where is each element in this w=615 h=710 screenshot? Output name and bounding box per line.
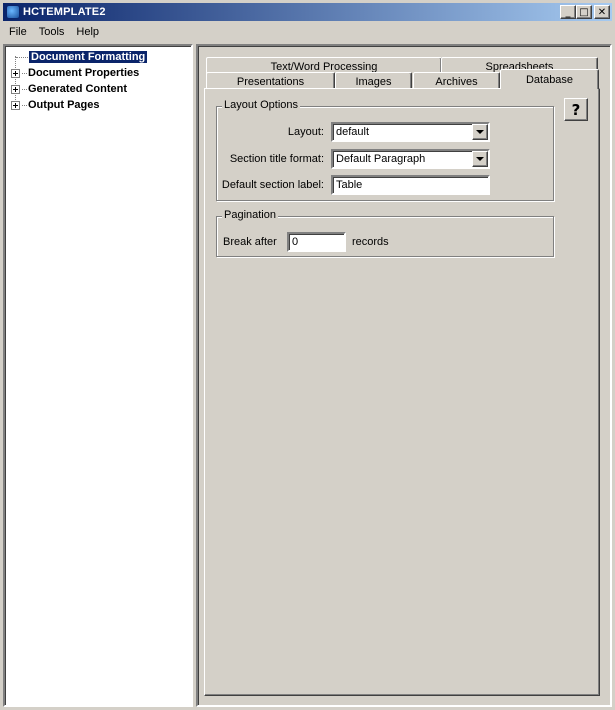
expand-icon[interactable] <box>11 84 20 94</box>
maximize-icon: □ <box>579 6 589 18</box>
window-controls: _ □ ✕ <box>560 5 610 19</box>
tree-item-document-formatting[interactable]: Document Formatting <box>11 49 149 65</box>
minimize-icon: _ <box>565 6 571 18</box>
tab-label: Text/Word Processing <box>270 60 378 73</box>
app-icon <box>6 5 20 19</box>
layout-value: default <box>336 126 370 138</box>
chevron-down-icon <box>476 157 484 161</box>
menu-file[interactable]: File <box>3 26 33 38</box>
help-icon: ? <box>571 100 581 119</box>
section-title-format-value: Default Paragraph <box>336 153 426 165</box>
records-label: records <box>352 236 389 248</box>
tree-connector <box>16 56 28 58</box>
close-button[interactable]: ✕ <box>594 5 610 19</box>
expand-icon[interactable] <box>11 100 20 110</box>
tab-label: Images <box>355 75 392 88</box>
minimize-button[interactable]: _ <box>560 5 576 19</box>
pagination-title: Pagination <box>222 209 278 221</box>
tree-label: Generated Content <box>28 83 128 95</box>
layout-options-title: Layout Options <box>222 99 300 111</box>
tree-label: Document Formatting <box>27 50 149 64</box>
chevron-down-icon <box>476 130 484 134</box>
section-title-format-dropdown[interactable]: Default Paragraph <box>331 149 490 169</box>
tree-label: Document Properties <box>28 67 140 79</box>
expand-icon[interactable] <box>11 68 20 78</box>
default-section-label-value: Table <box>336 179 363 191</box>
tab-label: Database <box>525 73 574 86</box>
tree-item-generated-content[interactable]: Generated Content <box>11 81 127 97</box>
tab-database[interactable]: Database <box>500 69 599 89</box>
window-title: HCTEMPLATE2 <box>23 6 106 18</box>
tree-connector <box>22 104 27 106</box>
break-after-input[interactable]: 0 <box>287 232 346 252</box>
break-after-value: 0 <box>292 236 299 248</box>
tab-label: Archives <box>435 75 478 88</box>
tree-item-document-properties[interactable]: Document Properties <box>11 65 139 81</box>
menu-bar: File Tools Help <box>3 22 105 41</box>
layout-dropdown-button[interactable] <box>472 124 488 140</box>
menu-help[interactable]: Help <box>70 26 105 38</box>
break-after-label: Break after <box>223 236 277 248</box>
app-window: HCTEMPLATE2 _ □ ✕ File Tools Help Docume… <box>0 0 615 710</box>
layout-label: Layout: <box>287 126 324 138</box>
tree-connector <box>22 72 27 74</box>
layout-dropdown[interactable]: default <box>331 122 490 142</box>
default-section-label-label: Default section label: <box>221 179 324 191</box>
tree-connector <box>22 88 27 90</box>
maximize-button[interactable]: □ <box>576 5 592 19</box>
section-title-format-dropdown-button[interactable] <box>472 151 488 167</box>
close-icon: ✕ <box>597 6 607 18</box>
tab-label: Presentations <box>236 75 305 88</box>
tree-label: Output Pages <box>28 99 100 111</box>
default-section-label-input[interactable]: Table <box>331 175 490 195</box>
section-title-format-label: Section title format: <box>229 153 324 165</box>
title-bar: HCTEMPLATE2 _ □ ✕ <box>3 3 612 21</box>
navigation-tree: Document Formatting Document Properties … <box>3 44 193 707</box>
help-button[interactable]: ? <box>564 98 588 121</box>
tree-item-output-pages[interactable]: Output Pages <box>11 97 100 113</box>
menu-tools[interactable]: Tools <box>33 26 71 38</box>
